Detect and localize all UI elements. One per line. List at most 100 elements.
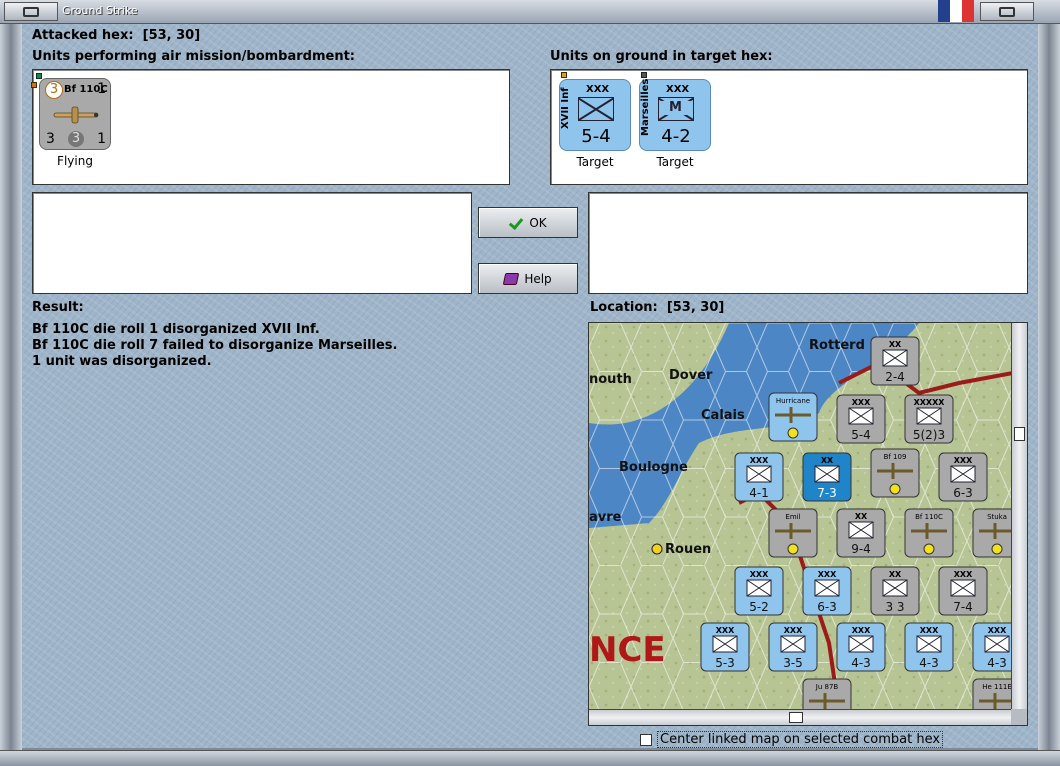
map-unit-strength: 3-5 — [783, 656, 803, 670]
map-unit-size: XXX — [818, 570, 837, 579]
air-unit-bottom-left: 3 — [46, 131, 55, 147]
map-unit-size: XXX — [852, 626, 871, 635]
infantry-symbol-icon — [578, 97, 614, 121]
map-air-counter[interactable]: Bf 110C — [904, 508, 954, 558]
center-map-option[interactable]: Center linked map on selected combat hex — [640, 731, 944, 748]
result-line: Bf 110C die roll 7 failed to disorganize… — [32, 338, 398, 353]
result-line: Bf 110C die roll 1 disorganized XVII Inf… — [32, 322, 320, 337]
left-rail — [0, 24, 22, 750]
window-menu-button[interactable] — [4, 2, 58, 21]
map-unit-size: XX — [855, 512, 868, 521]
ok-button[interactable]: OK — [478, 207, 578, 238]
map-air-counter[interactable]: Hurricane — [768, 392, 818, 442]
ground-unit-size: XXX — [586, 84, 610, 95]
map-air-counter[interactable]: Ju 87B — [802, 678, 852, 711]
location-map[interactable]: Rotterd Dover nouth Calais Boulogne avre… — [588, 322, 1028, 726]
window-control-button[interactable] — [980, 2, 1034, 21]
help-book-icon — [503, 272, 520, 285]
air-units-header: Units performing air mission/bombardment… — [32, 49, 356, 64]
map-unit-counter[interactable]: XX 9-4 — [836, 508, 886, 558]
footer-bar — [0, 750, 1060, 766]
unit-type-letter: M — [659, 101, 692, 115]
attacked-hex-value: [53, 30] — [142, 28, 201, 43]
bf110-aircraft-icon — [53, 106, 99, 124]
location-label: Location: [53, 30] — [590, 300, 725, 315]
map-unit-strength: 7-3 — [817, 486, 837, 500]
map-air-name: Emil — [785, 513, 800, 521]
map-unit-size: XXX — [716, 626, 735, 635]
air-unit-bottom-center: 3 — [68, 131, 84, 147]
ground-unit-counter[interactable]: XVII Inf XXX 5-4 — [559, 72, 631, 151]
air-unit-top-right: 1 — [97, 81, 106, 97]
map-air-counter[interactable]: He 111E — [972, 678, 1013, 711]
map-horizontal-scrollbar[interactable] — [589, 709, 1013, 725]
map-unit-counter[interactable]: XXX 5-3 — [700, 622, 750, 672]
map-hscroll-thumb[interactable] — [789, 712, 803, 723]
map-unit-counter[interactable]: XXX 4-1 — [734, 452, 784, 502]
right-rail — [1038, 24, 1060, 750]
map-air-name: Hurricane — [776, 397, 810, 405]
window-control-icon — [999, 7, 1015, 17]
window-menu-icon — [23, 7, 39, 17]
map-label-boulogne: Boulogne — [619, 460, 688, 475]
window-title: Ground Strike — [62, 4, 138, 17]
map-unit-counter[interactable]: XX 7-3 — [802, 452, 852, 502]
map-unit-counter[interactable]: XXX 5-4 — [836, 394, 886, 444]
map-air-counter[interactable]: Stuka — [972, 508, 1013, 558]
checkmark-icon — [509, 217, 523, 229]
ground-unit-side-name: XVII Inf — [560, 87, 571, 129]
map-label-le-havre: avre — [589, 510, 622, 525]
map-unit-strength: 9-4 — [851, 542, 871, 556]
map-unit-counter[interactable]: XXX 6-3 — [938, 452, 988, 502]
map-label-plymouth: nouth — [589, 372, 632, 387]
map-unit-counter[interactable]: XXX 3-5 — [768, 622, 818, 672]
map-air-counter[interactable]: Bf 109 — [870, 448, 920, 498]
map-air-counter[interactable]: Emil — [768, 508, 818, 558]
mountain-infantry-symbol-icon: M — [658, 97, 694, 121]
map-unit-strength: 5(2)3 — [913, 428, 945, 442]
air-unit-bf110c[interactable]: 3 Bf 110C 1 3 3 1 Flying — [31, 73, 111, 168]
map-unit-counter[interactable]: XXX 7-4 — [938, 566, 988, 616]
map-unit-size: XX — [821, 456, 834, 465]
unit-marker-icon — [561, 72, 567, 78]
map-unit-strength: 6-3 — [953, 486, 973, 500]
help-button[interactable]: Help — [478, 263, 578, 294]
map-air-name: Ju 87B — [815, 683, 839, 691]
nation-marker-icon — [31, 82, 37, 88]
map-unit-counter[interactable]: XXXXX 5(2)3 — [904, 394, 954, 444]
ground-unit-strength: 5-4 — [581, 126, 611, 147]
air-unit-counter[interactable]: 3 Bf 110C 1 3 3 1 — [31, 73, 111, 150]
center-map-label: Center linked map on selected combat hex — [657, 731, 944, 748]
ground-unit-xvii-inf[interactable]: XVII Inf XXX 5-4 Target — [559, 72, 631, 169]
map-unit-counter[interactable]: XX 3 3 — [870, 566, 920, 616]
map-unit-size: XX — [889, 570, 902, 579]
map-label-france: NCE — [589, 630, 666, 670]
help-button-label: Help — [524, 271, 552, 286]
map-air-name: Bf 110C — [915, 513, 943, 521]
map-label-dover: Dover — [669, 368, 713, 383]
map-vscroll-thumb[interactable] — [1014, 427, 1025, 441]
attacker-info-panel — [32, 192, 472, 294]
title-bar: Ground Strike — [0, 0, 1060, 24]
map-unit-counter[interactable]: XXX 4-3 — [972, 622, 1013, 672]
map-unit-counter[interactable]: XXX 5-2 — [734, 566, 784, 616]
map-unit-counter[interactable]: XX 2-4 — [870, 336, 920, 386]
map-unit-counter[interactable]: XXX 4-3 — [836, 622, 886, 672]
map-canvas[interactable]: Rotterd Dover nouth Calais Boulogne avre… — [589, 323, 1013, 711]
map-unit-strength: 4-3 — [851, 656, 871, 670]
map-unit-strength: 7-4 — [953, 600, 973, 614]
air-unit-status: Flying — [57, 154, 93, 168]
result-line: 1 unit was disorganized. — [32, 354, 212, 369]
map-air-name: Stuka — [987, 513, 1007, 521]
mission-marker-icon — [889, 483, 901, 495]
ground-unit-marseilles[interactable]: Marseilles XXX M 4-2 Target — [639, 72, 711, 169]
mission-marker-icon — [923, 543, 935, 555]
air-unit-top-left: 3 — [45, 81, 63, 99]
map-unit-size: XXX — [750, 456, 769, 465]
france-flag-icon — [938, 0, 974, 22]
map-vertical-scrollbar[interactable] — [1011, 323, 1027, 711]
center-map-checkbox[interactable] — [640, 733, 652, 746]
map-unit-counter[interactable]: XXX 4-3 — [904, 622, 954, 672]
ground-unit-counter[interactable]: Marseilles XXX M 4-2 — [639, 72, 711, 151]
map-unit-counter[interactable]: XXX 6-3 — [802, 566, 852, 616]
